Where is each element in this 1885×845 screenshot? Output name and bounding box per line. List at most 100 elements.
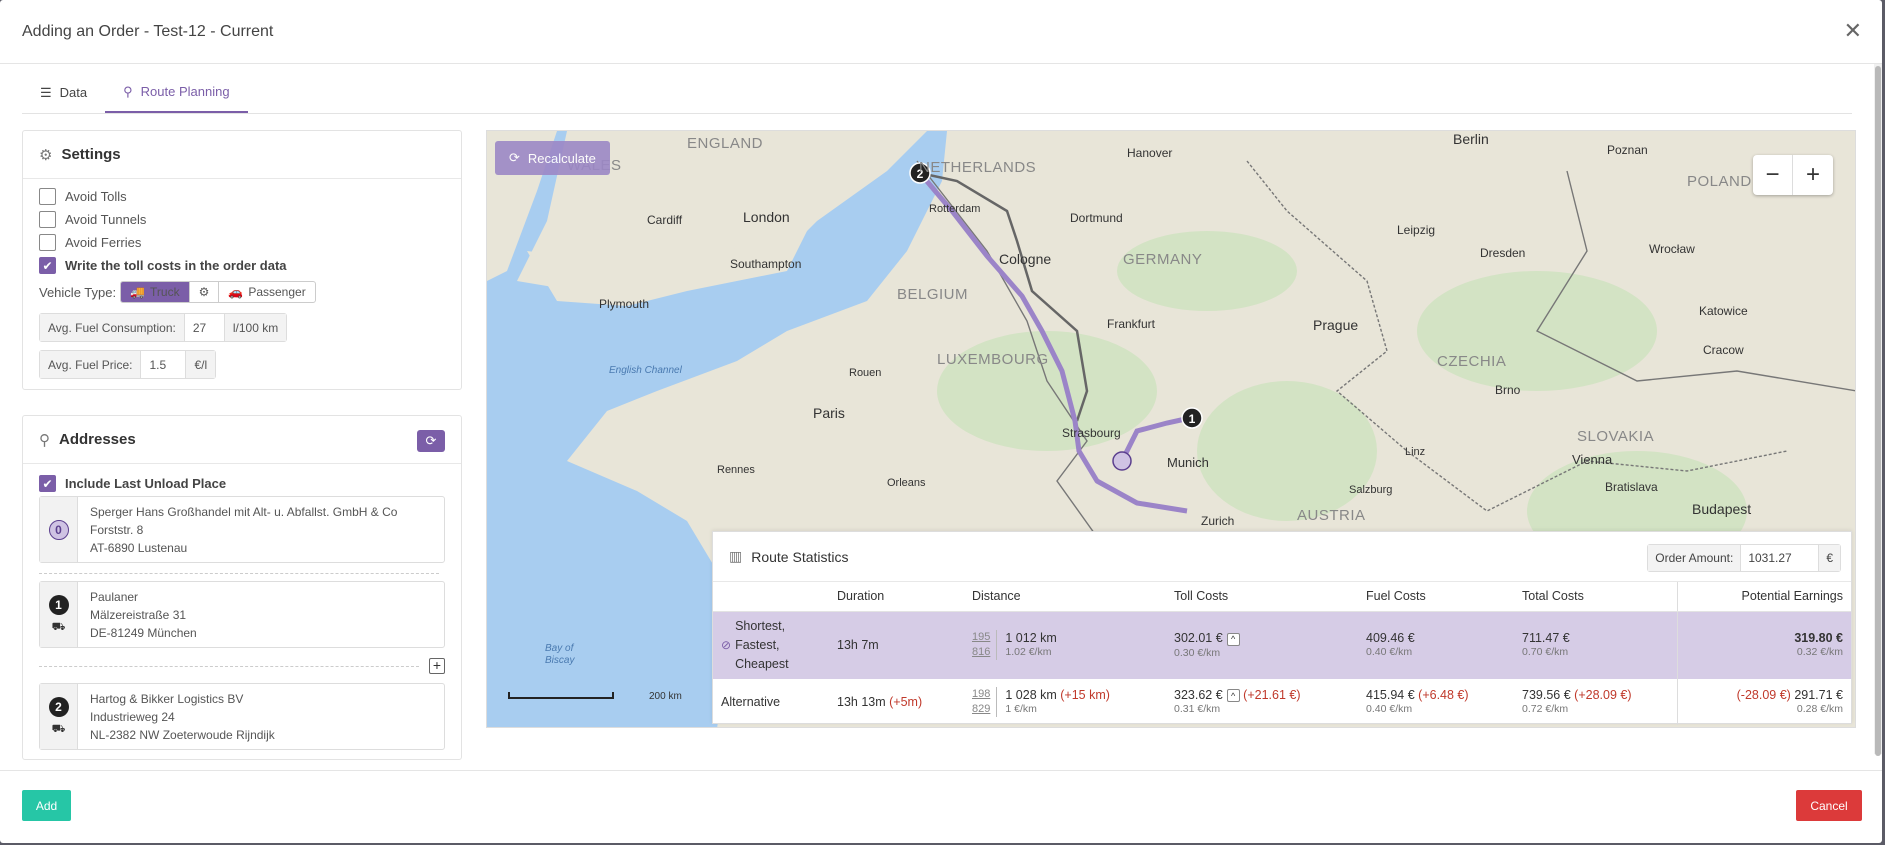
modal-dialog: Adding an Order - Test-12 - Current ✕ ☰ … — [0, 0, 1882, 843]
scrollbar-thumb[interactable] — [1875, 66, 1881, 756]
address-text[interactable]: Sperger Hans Großhandel mit Alt- u. Abfa… — [78, 497, 409, 562]
total-per-km: 0.70 €/km — [1522, 646, 1569, 659]
earnings-per-km: 0.28 €/km — [1796, 703, 1843, 715]
table-header — [713, 582, 829, 612]
avoid-tolls-row[interactable]: Avoid Tolls — [23, 185, 461, 208]
address-item-2[interactable]: 2 ⛟ Hartog & Bikker Logistics BV Industr… — [39, 683, 445, 750]
fuel-value: 415.94 € — [1366, 688, 1415, 702]
add-address-button[interactable]: + — [429, 658, 445, 674]
load-icon: ⛟ — [51, 722, 66, 735]
fuel-consumption-input[interactable]: 27 — [185, 314, 225, 341]
write-toll-label: Write the toll costs in the order data — [65, 258, 287, 273]
address-text[interactable]: Hartog & Bikker Logistics BV Industriewe… — [78, 684, 287, 749]
add-button[interactable]: Add — [22, 790, 71, 821]
avoid-tunnels-row[interactable]: Avoid Tunnels — [23, 208, 461, 231]
earnings-value: 291.71 € — [1794, 688, 1843, 702]
table-header: Toll Costs — [1166, 582, 1358, 612]
fuel-price-group: Avg. Fuel Price: 1.5 €/l — [39, 350, 217, 379]
zoom-in-button[interactable]: + — [1793, 155, 1833, 195]
fuel-cell: 415.94 € (+6.48 €) 0.40 €/km — [1358, 679, 1514, 725]
gear-icon: ⚙ — [198, 285, 210, 299]
fuel-price-unit: €/l — [186, 351, 216, 378]
address-item-1[interactable]: 1 ⛟ Paulaner Mälzereistraße 31 DE-81249 … — [39, 581, 445, 648]
write-toll-row[interactable]: ✔ Write the toll costs in the order data — [23, 254, 461, 277]
address-line: Forststr. 8 — [90, 523, 144, 537]
total-cell: 711.47 €0.70 €/km — [1514, 611, 1678, 679]
map-label: Munich — [1167, 455, 1209, 470]
order-amount-group: Order Amount: 1031.27 € — [1647, 544, 1841, 572]
route-name: Alternative — [721, 695, 781, 709]
tab-data[interactable]: ☰ Data — [22, 72, 105, 113]
distance-value: 1 012 km — [1005, 631, 1057, 646]
distance-cell: 198 829 1 028 km (+15 km) 1 €/km — [964, 679, 1166, 725]
avoid-ferries-row[interactable]: Avoid Ferries — [23, 231, 461, 254]
total-per-km: 0.72 €/km — [1522, 703, 1569, 715]
map-label: ENGLAND — [687, 135, 764, 152]
map-label: GERMANY — [1123, 251, 1203, 268]
avoid-ferries-checkbox[interactable] — [39, 234, 56, 251]
map-label: Katowice — [1699, 304, 1748, 318]
address-line: DE-81249 München — [90, 626, 197, 640]
avoid-ferries-label: Avoid Ferries — [65, 235, 142, 250]
fuel-price-label: Avg. Fuel Price: — [40, 351, 142, 378]
close-icon[interactable]: ✕ — [1844, 20, 1862, 42]
stop-marker-badge: 1 — [48, 594, 69, 615]
tab-route-planning[interactable]: ⚲ Route Planning — [105, 72, 248, 113]
include-last-checkbox[interactable]: ✔ — [39, 475, 56, 492]
route-statistics-table: Duration Distance Toll Costs Fuel Costs … — [713, 582, 1851, 725]
zoom-out-button[interactable]: − — [1753, 155, 1793, 195]
truck-settings-button[interactable]: ⚙ — [190, 282, 220, 302]
recalculate-label: Recalculate — [527, 150, 596, 166]
chevron-up-icon[interactable]: ^ — [1226, 689, 1240, 703]
duration-value: 13h 13m — [837, 695, 886, 709]
map-label: Vienna — [1572, 452, 1613, 467]
avoid-tolls-label: Avoid Tolls — [65, 189, 127, 204]
address-line: Mälzereistraße 31 — [90, 608, 187, 622]
vehicle-passenger-button[interactable]: 🚗 Passenger — [219, 282, 314, 302]
order-amount-unit: € — [1819, 545, 1840, 571]
table-header: Fuel Costs — [1358, 582, 1514, 612]
vehicle-type-selector: 🚚 Truck ⚙ 🚗 Passenger — [120, 281, 316, 303]
fuel-price-input[interactable]: 1.5 — [141, 351, 187, 378]
fuel-diff: (+6.48 €) — [1418, 688, 1469, 702]
order-amount-label: Order Amount: — [1648, 545, 1742, 571]
map-label: Cracow — [1703, 343, 1744, 357]
refresh-addresses-button[interactable]: ⟳ — [417, 430, 445, 452]
include-last-row[interactable]: ✔ Include Last Unload Place — [23, 472, 461, 495]
write-toll-checkbox[interactable]: ✔ — [39, 257, 56, 274]
table-header: Distance — [964, 582, 1166, 612]
fuel-cell: 409.46 €0.40 €/km — [1358, 611, 1514, 679]
avoid-tunnels-label: Avoid Tunnels — [65, 212, 147, 227]
divider — [39, 666, 419, 667]
total-cell: 739.56 € (+28.09 €) 0.72 €/km — [1514, 679, 1678, 725]
vehicle-truck-button[interactable]: 🚚 Truck — [121, 282, 190, 302]
fuel-per-km: 0.40 €/km — [1366, 646, 1413, 659]
avoid-tunnels-checkbox[interactable] — [39, 211, 56, 228]
refresh-icon: ⟳ — [509, 150, 520, 165]
recalculate-button[interactable]: ⟳ Recalculate — [495, 141, 610, 175]
map-label: Frankfurt — [1107, 317, 1156, 331]
order-amount-input[interactable]: 1031.27 — [1741, 545, 1820, 571]
address-line: Sperger Hans Großhandel mit Alt- u. Abfa… — [90, 505, 398, 519]
map-label: Cologne — [999, 251, 1052, 267]
map-label: Orleans — [887, 477, 926, 489]
total-diff: (+28.09 €) — [1574, 688, 1632, 702]
fuel-consumption-group: Avg. Fuel Consumption: 27 l/100 km — [39, 313, 288, 342]
table-row[interactable]: ⊘ Shortest, Fastest, Cheapest 13h 7m 195… — [713, 611, 1851, 679]
address-item-0[interactable]: 0 Sperger Hans Großhandel mit Alt- u. Ab… — [39, 496, 445, 563]
include-last-label: Include Last Unload Place — [65, 476, 227, 491]
distance-per-km: 1 €/km — [1005, 703, 1037, 715]
address-side: 1 ⛟ — [40, 582, 78, 647]
route-icon: ⚲ — [123, 83, 133, 99]
start-marker-badge: 0 — [48, 519, 69, 540]
table-row[interactable]: Alternative 13h 13m (+5m) 198 829 1 028 k… — [713, 679, 1851, 725]
addresses-panel: ⚲ Addresses ⟳ ✔ Include Last Unload Plac… — [22, 415, 462, 760]
distance-part-a: 195 — [972, 631, 991, 644]
map-label: Hanover — [1127, 146, 1173, 160]
cancel-button[interactable]: Cancel — [1796, 790, 1862, 821]
table-header-row: Duration Distance Toll Costs Fuel Costs … — [713, 582, 1851, 612]
address-text[interactable]: Paulaner Mälzereistraße 31 DE-81249 Münc… — [78, 582, 209, 647]
avoid-tolls-checkbox[interactable] — [39, 188, 56, 205]
chevron-up-icon[interactable]: ^ — [1226, 632, 1240, 646]
address-line: NL-2382 NW Zoeterwoude Rijndijk — [90, 728, 275, 742]
